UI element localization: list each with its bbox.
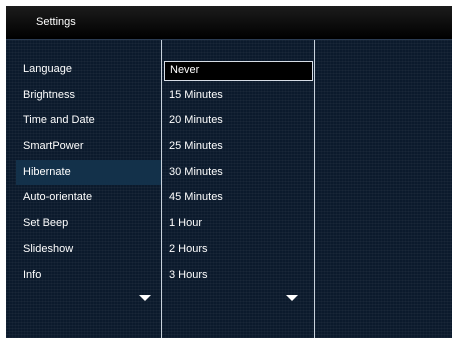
menu-item-brightness[interactable]: Brightness xyxy=(16,83,161,109)
option-1-hour[interactable]: 1 Hour xyxy=(162,211,315,237)
menu-item-set-beep[interactable]: Set Beep xyxy=(16,211,161,237)
chevron-down-icon[interactable] xyxy=(139,295,151,301)
menu-item-slideshow[interactable]: Slideshow xyxy=(16,237,161,263)
header-bar: Settings xyxy=(6,6,452,40)
option-never[interactable]: Never xyxy=(164,61,313,81)
option-30-minutes[interactable]: 30 Minutes xyxy=(162,160,315,186)
menu-item-hibernate[interactable]: Hibernate xyxy=(16,159,161,186)
menu-item-language[interactable]: Language xyxy=(16,57,161,83)
option-3-hours[interactable]: 3 Hours xyxy=(162,263,315,289)
option-45-minutes[interactable]: 45 Minutes xyxy=(162,185,315,211)
option-15-minutes[interactable]: 15 Minutes xyxy=(162,83,315,109)
hibernate-options: Never 15 Minutes 20 Minutes 25 Minutes 3… xyxy=(162,57,315,288)
option-25-minutes[interactable]: 25 Minutes xyxy=(162,134,315,160)
menu-item-info[interactable]: Info xyxy=(16,263,161,289)
settings-screen: Settings Language Brightness Time and Da… xyxy=(6,6,452,338)
option-20-minutes[interactable]: 20 Minutes xyxy=(162,108,315,134)
option-2-hours[interactable]: 2 Hours xyxy=(162,237,315,263)
menu-item-smartpower[interactable]: SmartPower xyxy=(16,134,161,160)
settings-menu: Language Brightness Time and Date SmartP… xyxy=(16,57,161,288)
chevron-down-icon[interactable] xyxy=(286,295,298,301)
page-title: Settings xyxy=(36,16,76,28)
menu-item-auto-orientate[interactable]: Auto-orientate xyxy=(16,185,161,211)
menu-item-time-and-date[interactable]: Time and Date xyxy=(16,108,161,134)
